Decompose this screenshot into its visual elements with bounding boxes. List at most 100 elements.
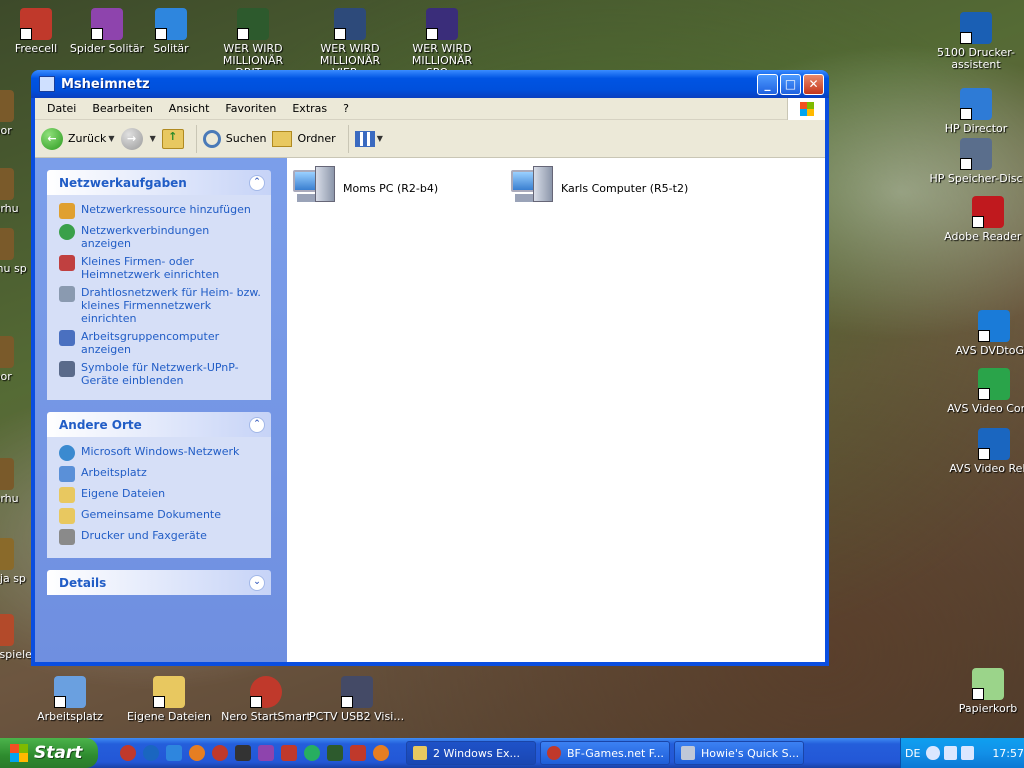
adobe-reader-icon [972,196,1004,228]
network-tasks-panel: Netzwerkaufgaben ⌃ Netzwerkressource hin… [47,170,271,400]
outlook-express-icon[interactable] [166,745,182,761]
place-printers-faxes[interactable]: Drucker und Faxgeräte [59,529,261,545]
settings-icon [681,746,695,760]
tray-expand-icon[interactable] [926,746,940,760]
desktop-icon-nero-startsmart[interactable]: Nero StartSmart [218,676,314,723]
tool-icon[interactable] [350,745,366,761]
taskbar-label: Howie's Quick S... [701,746,800,760]
start-label: Start [34,743,83,763]
quicklaunch-app-icon[interactable] [120,745,136,761]
icq-icon[interactable] [304,745,320,761]
network-tray-icon[interactable] [943,746,958,760]
taskbar-button-howies[interactable]: Howie's Quick S... [674,741,804,765]
task-label: Kleines Firmen- oder Heimnetzwerk einric… [81,255,220,281]
network-computer-item[interactable]: Karls Computer (R5-t2) [509,164,688,212]
taskbar-buttons: 2 Windows Ex... BF-Games.net F... Howie'… [406,741,808,765]
place-my-documents[interactable]: Eigene Dateien [59,487,261,503]
other-places-panel: Andere Orte ⌃ Microsoft Windows-Netzwerk… [47,412,271,558]
app-icon[interactable] [373,745,389,761]
search-button[interactable]: Suchen [202,129,266,148]
back-dropdown-icon[interactable]: ▼ [108,134,114,143]
task-setup-home-network[interactable]: Kleines Firmen- oder Heimnetzwerk einric… [59,255,261,281]
show-desktop-icon[interactable] [235,745,251,761]
menu-ansicht[interactable]: Ansicht [161,102,218,115]
collapse-chevron-icon[interactable]: ⌃ [249,174,265,191]
menu-datei[interactable]: Datei [39,102,84,115]
up-folder-button[interactable]: ↑ [161,128,184,149]
forward-button[interactable]: → ▼ [120,127,156,150]
title-bar[interactable]: Msheimnetz _ □ ✕ [31,70,829,98]
avs-dvd-icon [978,310,1010,342]
desktop-icon-recycle-bin[interactable]: Papierkorb [940,668,1024,715]
desktop-icon-wwm-vierte[interactable]: WER WIRD MILLIONÄR VIER... [302,8,398,79]
close-button[interactable]: ✕ [803,73,824,95]
task-view-workgroup-computers[interactable]: Arbeitsgruppencomputer anzeigen [59,330,261,356]
taskbar-button-explorer[interactable]: 2 Windows Ex... [406,741,536,765]
desktop-icon-hp-speicher-disc[interactable]: HP Speicher-Disc [928,138,1024,185]
place-label: Arbeitsplatz [81,466,147,479]
network-computer-label: Moms PC (R2-b4) [343,181,439,195]
task-pane: Netzwerkaufgaben ⌃ Netzwerkressource hin… [35,158,287,662]
menu-help[interactable]: ? [335,102,357,115]
task-show-upnp-icons[interactable]: Symbole für Netzwerk-UPnP-Geräte einblen… [59,361,261,387]
taskbar: Start 2 Windows Ex... BF-Games.net F... … [0,738,1024,768]
desktop-icon-adobe-reader[interactable]: Adobe Reader 7 [940,196,1024,243]
volume-tray-icon[interactable] [961,746,975,760]
media-player-icon[interactable] [281,745,297,761]
desktop-icon-hp-drucker[interactable]: 5100 Drucker-assistent [928,12,1024,71]
system-tray: DE 17:57 [900,738,1024,768]
back-button[interactable]: ← Zurück ▼ [41,127,115,150]
views-dropdown-icon[interactable]: ▼ [377,134,383,143]
expand-chevron-icon[interactable]: ⌄ [249,574,265,591]
network-computer-item[interactable]: Moms PC (R2-b4) [291,164,438,212]
task-label: Netzwerkressource hinzufügen [81,203,251,216]
task-view-network-connections[interactable]: Netzwerkverbindungen anzeigen [59,224,261,250]
desktop-icon-avs-dvdtogo[interactable]: AVS DVDtoGO [946,310,1024,357]
firefox-icon[interactable] [189,745,205,761]
menu-favoriten[interactable]: Favoriten [217,102,284,115]
minimize-button[interactable]: _ [757,73,778,95]
desktop-icon-hp-director[interactable]: HP Director [928,88,1024,135]
maximize-button[interactable]: □ [780,73,801,95]
network-tasks-header[interactable]: Netzwerkaufgaben ⌃ [47,170,271,195]
task-label: Symbole für Netzwerk-UPnP-Geräte einblen… [81,361,239,387]
task-add-network-resource[interactable]: Netzwerkressource hinzufügen [59,203,261,219]
game-icon[interactable] [327,745,343,761]
taskbar-button-browser[interactable]: BF-Games.net F... [540,741,670,765]
task-setup-wireless-network[interactable]: Drahtlosnetzwerk für Heim- bzw. kleines … [59,286,261,325]
desktop-icon-avs-video-converter[interactable]: AVS Video Conve [946,368,1024,415]
place-my-computer[interactable]: Arbeitsplatz [59,466,261,482]
desktop-icon-arbeitsplatz[interactable]: Arbeitsplatz [22,676,118,723]
language-indicator[interactable]: DE [905,747,920,760]
menu-extras[interactable]: Extras [284,102,335,115]
desktop-icon-wwm-spo[interactable]: WER WIRD MILLIONÄR SPO... [394,8,490,79]
other-places-header[interactable]: Andere Orte ⌃ [47,412,271,437]
desktop-icon-pctv[interactable]: PCTV USB2 Vision [309,676,405,723]
start-button[interactable]: Start [0,738,98,768]
place-shared-documents[interactable]: Gemeinsame Dokumente [59,508,261,524]
my-computer-icon [54,676,86,708]
desktop-icon-label: AVS DVDtoGO [955,345,1024,357]
add-network-place-icon [59,203,75,219]
task-label: Drahtlosnetzwerk für Heim- bzw. kleines … [81,286,261,325]
desktop-icon-wwm-dritte[interactable]: WER WIRD MILLIONÄR DRIT... [205,8,301,79]
desktop-icon-eigene-dateien[interactable]: Eigene Dateien [121,676,217,723]
internet-explorer-icon[interactable] [143,745,159,761]
folders-button[interactable]: Ordner [272,130,336,147]
moorhuhn-icon [0,228,14,260]
views-button[interactable]: ▼ [354,130,383,147]
search-icon [202,129,221,148]
other-places-title: Andere Orte [59,417,142,432]
place-microsoft-windows-network[interactable]: Microsoft Windows-Netzwerk [59,445,261,461]
desktop-icon-avs-video-remaker[interactable]: AVS Video ReMa [946,428,1024,475]
collapse-chevron-icon[interactable]: ⌃ [249,416,265,433]
desktop-icon-label: AVS Video ReMa [949,463,1024,475]
home-network-icon [59,255,75,271]
forward-dropdown-icon[interactable]: ▼ [150,134,156,143]
winamp-icon[interactable] [258,745,274,761]
desktop-icon-label: 5100 Drucker-assistent [936,47,1016,71]
opera-icon[interactable] [212,745,228,761]
details-header[interactable]: Details ⌄ [47,570,271,595]
menu-bearbeiten[interactable]: Bearbeiten [84,102,160,115]
pctv-icon [341,676,373,708]
